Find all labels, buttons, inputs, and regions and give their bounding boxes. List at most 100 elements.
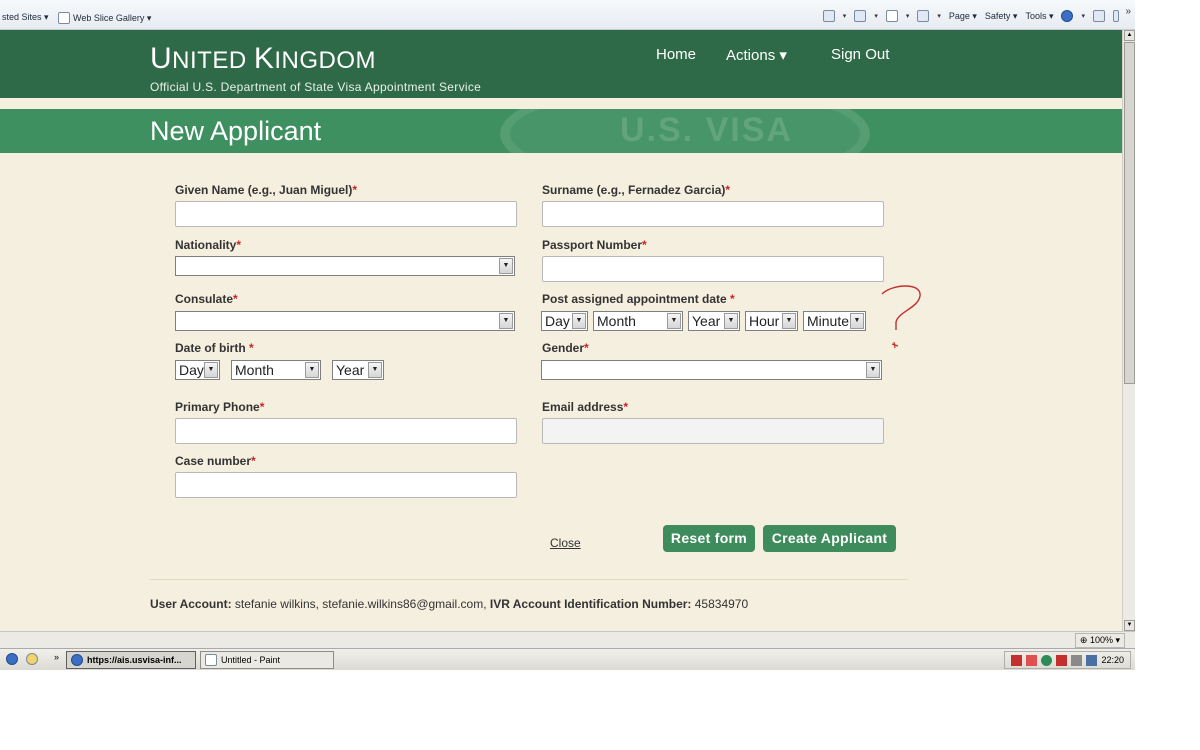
tools-menu[interactable]: Tools ▾: [1025, 11, 1053, 22]
messenger-quicklaunch-icon[interactable]: [26, 653, 38, 665]
email-input[interactable]: [542, 418, 884, 444]
site-title-initial-u: U: [150, 42, 173, 75]
print-menu-caret[interactable]: ▾: [937, 12, 941, 20]
research-icon[interactable]: [1093, 10, 1105, 22]
ie-icon: [71, 654, 83, 666]
user-account-info: User Account: stefanie wilkins, stefanie…: [150, 597, 749, 611]
zoom-level[interactable]: ⊕ 100% ▾: [1074, 633, 1125, 648]
notification-icon[interactable]: [1113, 10, 1119, 22]
browser-command-bar: sted Sites ▾ Web Slice Gallery ▾ ▾ ▾ ▾ ▾…: [0, 0, 1135, 30]
web-slice-label: Web Slice Gallery ▾: [73, 12, 152, 23]
chevron-down-icon: ▼: [499, 258, 513, 274]
site-title-part-ingdom: INGDOM: [274, 47, 377, 74]
dob-day-select[interactable]: Day ▼: [175, 360, 220, 380]
footer-divider: [150, 579, 908, 580]
favorites-web-slice-gallery[interactable]: Web Slice Gallery ▾: [58, 12, 151, 24]
clock[interactable]: 22:20: [1101, 655, 1124, 665]
pdf-tray-icon[interactable]: [1026, 654, 1038, 666]
email-label: Email address*: [542, 400, 629, 414]
site-header: UNITED KINGDOM Official U.S. Department …: [0, 30, 1122, 98]
handdrawn-question-mark: [881, 285, 921, 349]
case-number-label: Case number*: [175, 454, 256, 468]
case-number-input[interactable]: [175, 472, 517, 498]
post-date-hour-select[interactable]: Hour ▼: [745, 311, 798, 331]
passport-input[interactable]: [542, 256, 884, 282]
favorites-suggested-label: sted Sites ▾: [2, 12, 49, 22]
taskbar-ie-window[interactable]: https://ais.usvisa-inf...: [66, 651, 196, 669]
site-subtitle: Official U.S. Department of State Visa A…: [150, 80, 482, 94]
page-title: New Applicant: [150, 116, 322, 146]
dob-month-select[interactable]: Month ▼: [231, 360, 321, 380]
given-name-label: Given Name (e.g., Juan Miguel)*: [175, 183, 358, 197]
browser-status-bar: ⊕ 100% ▾: [0, 631, 1135, 648]
chevron-down-icon: ▼: [866, 362, 880, 378]
surname-label: Surname (e.g., Fernadez Garcia)*: [542, 183, 731, 197]
chevron-down-icon: ▼: [305, 362, 319, 378]
page-viewport: UNITED KINGDOM Official U.S. Department …: [0, 30, 1122, 631]
gender-label: Gender*: [542, 341, 589, 355]
mail-icon[interactable]: [885, 10, 898, 22]
home-menu-caret[interactable]: ▾: [843, 12, 847, 20]
dob-year-select[interactable]: Year ▼: [332, 360, 384, 380]
nav-actions[interactable]: Actions ▾: [726, 46, 787, 64]
help-icon[interactable]: [1061, 10, 1074, 22]
device-tray-icon[interactable]: [1071, 654, 1083, 666]
chevron-down-icon: ▼: [368, 362, 382, 378]
post-date-minute-select[interactable]: Minute ▼: [803, 311, 866, 331]
ie-quicklaunch-icon[interactable]: [6, 653, 18, 665]
chevron-down-icon: ▼: [782, 313, 796, 329]
site-title-part-nited: NITED: [172, 47, 254, 74]
scroll-down-arrow-icon[interactable]: ▼: [1124, 620, 1135, 631]
taskbar-paint-window[interactable]: Untitled - Paint: [200, 651, 334, 669]
chevron-down-icon: ▼: [724, 313, 738, 329]
page-menu[interactable]: Page ▾: [949, 11, 977, 22]
windows-taskbar: » https://ais.usvisa-inf... Untitled - P…: [0, 648, 1135, 670]
chevron-down-icon: ▼: [850, 313, 864, 329]
chevron-down-icon: ▼: [572, 313, 586, 329]
chevron-down-icon: ▼: [204, 362, 218, 378]
nav-home[interactable]: Home: [656, 46, 696, 63]
zoom-icon: ⊕: [1079, 635, 1088, 645]
system-tray: 22:20: [1004, 651, 1131, 669]
favorites-suggested-sites[interactable]: sted Sites ▾: [2, 12, 49, 23]
help-menu-caret[interactable]: ▾: [1081, 12, 1085, 20]
phone-input[interactable]: [175, 418, 517, 444]
reset-form-button[interactable]: Reset form: [663, 525, 755, 552]
web-slice-icon: [58, 12, 70, 24]
gender-select[interactable]: ▼: [541, 360, 882, 380]
post-date-day-select[interactable]: Day ▼: [541, 311, 588, 331]
close-link[interactable]: Close: [550, 536, 581, 550]
site-title-initial-k: K: [253, 42, 275, 75]
volume-tray-icon[interactable]: [1086, 654, 1098, 666]
scrollbar-thumb[interactable]: [1124, 42, 1135, 384]
more-commands-chevron-icon[interactable]: »: [1125, 6, 1131, 17]
post-date-label: Post assigned appointment date *: [542, 292, 735, 306]
acrobat-tray-icon[interactable]: [1011, 654, 1023, 666]
vertical-scrollbar[interactable]: ▲ ▼: [1122, 30, 1135, 631]
feeds-icon[interactable]: [854, 10, 867, 22]
consulate-label: Consulate*: [175, 292, 238, 306]
nationality-select[interactable]: ▼: [175, 256, 515, 276]
security-tray-icon[interactable]: [1056, 654, 1068, 666]
nav-sign-out[interactable]: Sign Out: [831, 46, 889, 63]
nationality-label: Nationality*: [175, 238, 242, 252]
post-date-month-select[interactable]: Month ▼: [593, 311, 683, 331]
scroll-up-arrow-icon[interactable]: ▲: [1124, 30, 1135, 41]
passport-label: Passport Number*: [542, 238, 647, 252]
paint-icon: [205, 654, 217, 666]
chevron-down-icon: ▼: [499, 313, 513, 329]
visa-watermark-text: U.S. VISA: [620, 111, 793, 149]
home-icon[interactable]: [822, 10, 835, 22]
feeds-menu-caret[interactable]: ▾: [874, 12, 878, 20]
print-icon[interactable]: [917, 10, 930, 22]
chevron-down-icon: ▼: [667, 313, 681, 329]
consulate-select[interactable]: ▼: [175, 311, 515, 331]
create-applicant-button[interactable]: Create Applicant: [763, 525, 896, 552]
quicklaunch-more-chevron-icon[interactable]: »: [54, 652, 59, 662]
mail-menu-caret[interactable]: ▾: [906, 12, 910, 20]
surname-input[interactable]: [542, 201, 884, 227]
safety-menu[interactable]: Safety ▾: [985, 11, 1018, 22]
network-tray-icon[interactable]: [1041, 654, 1053, 666]
given-name-input[interactable]: [175, 201, 517, 227]
post-date-year-select[interactable]: Year ▼: [688, 311, 740, 331]
